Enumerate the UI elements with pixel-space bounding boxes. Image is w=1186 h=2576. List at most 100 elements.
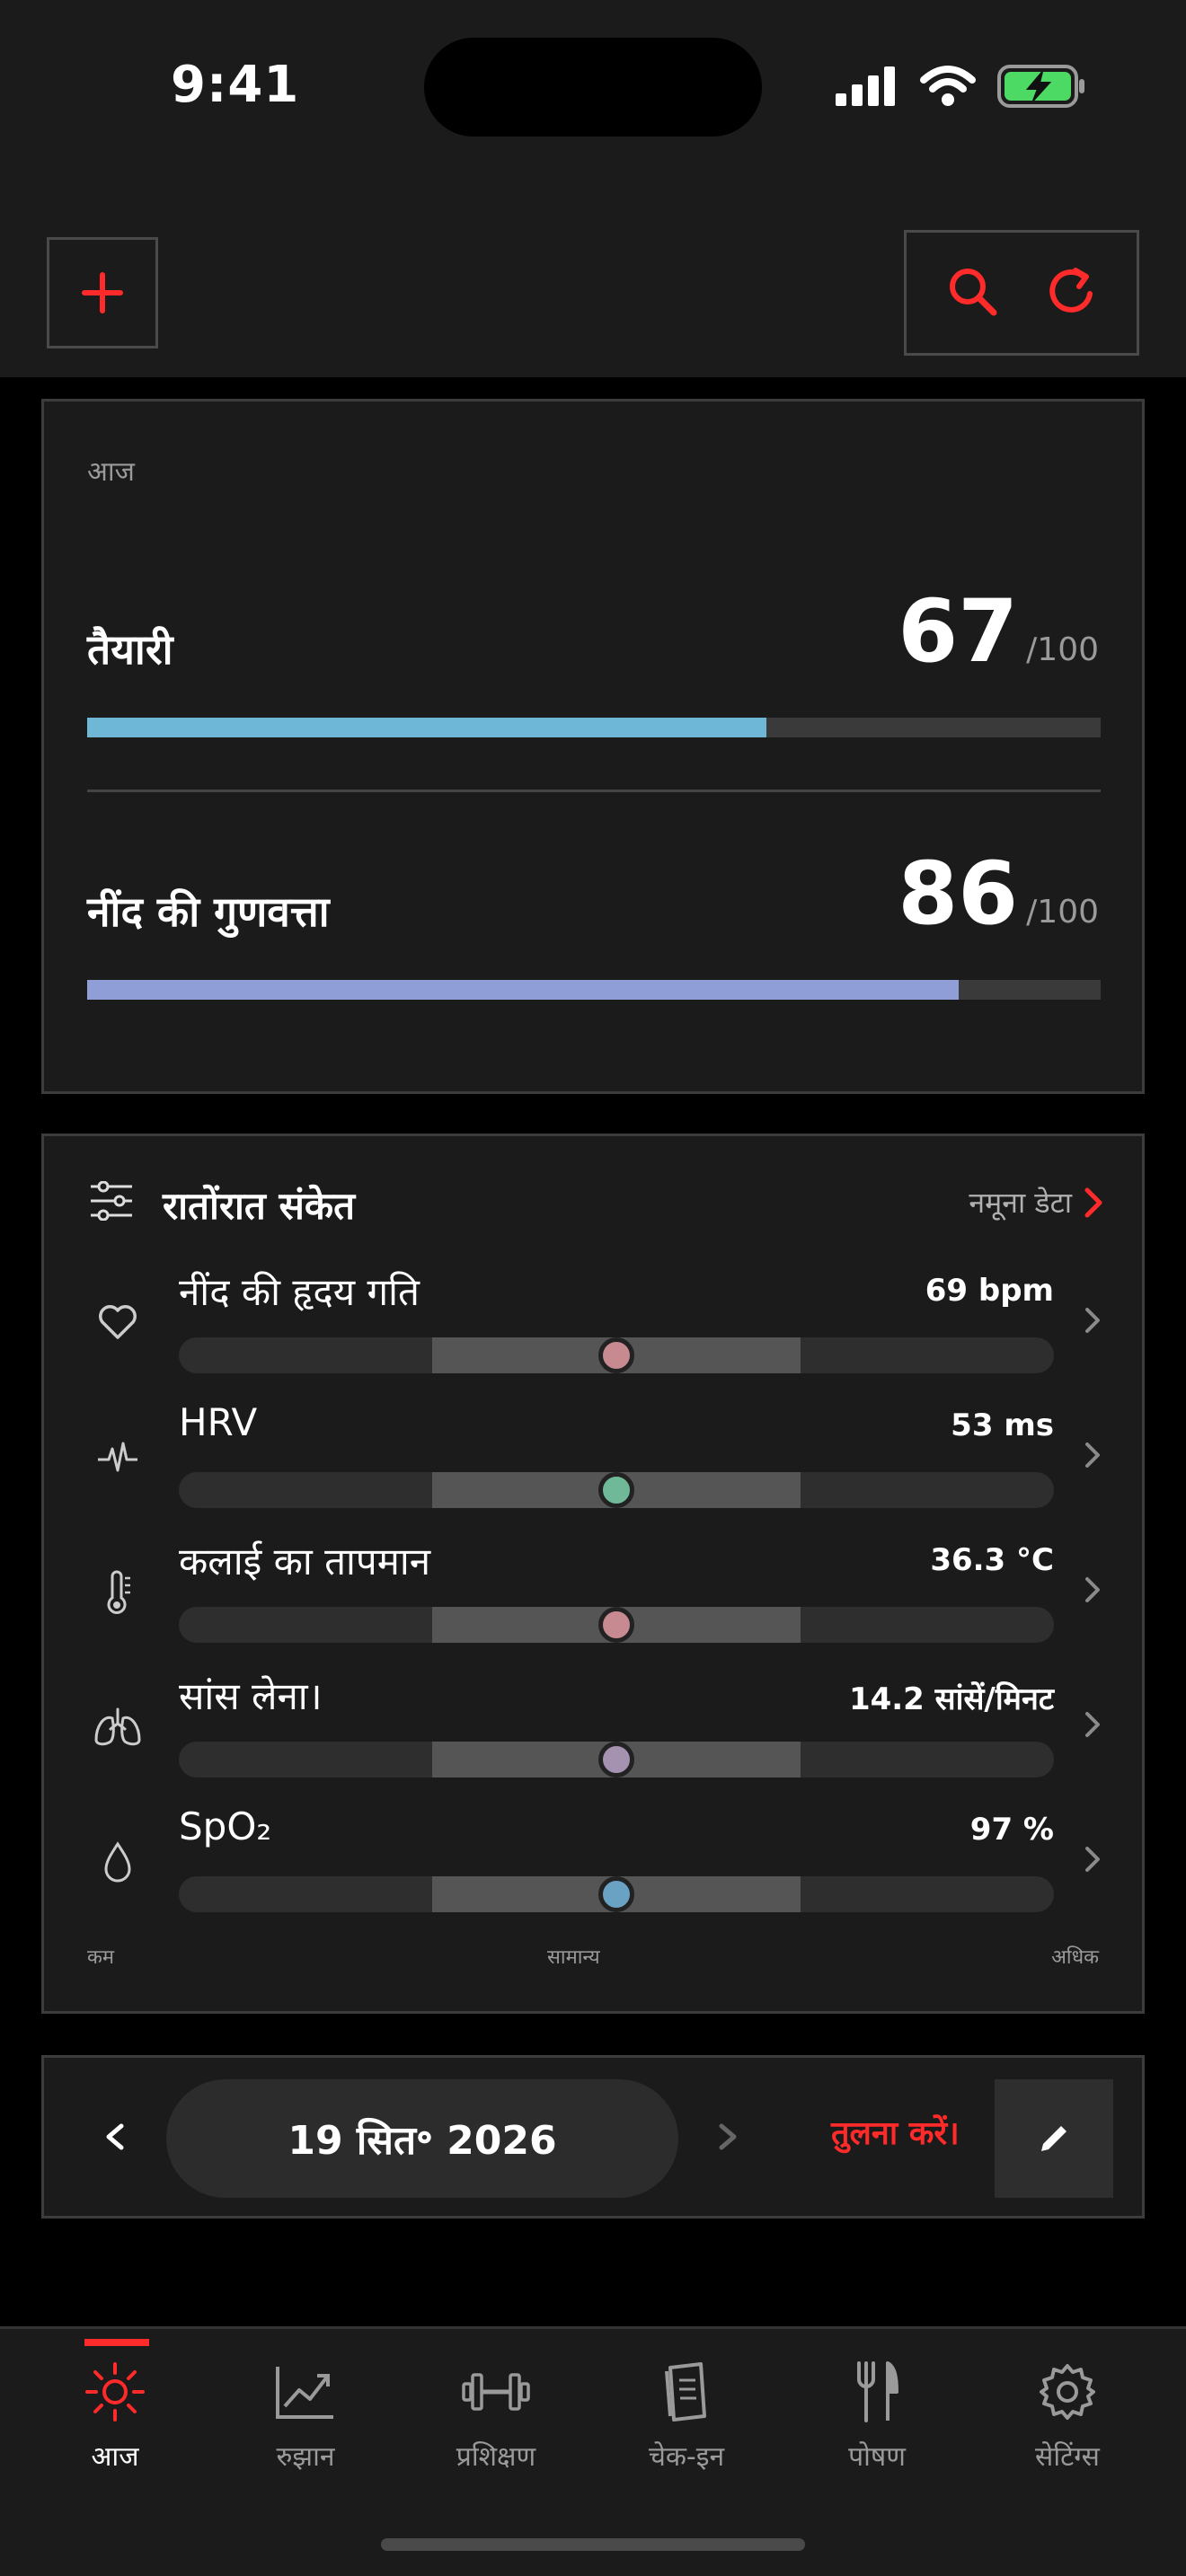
cellular-signal-icon <box>836 66 895 106</box>
chevron-right-icon <box>1085 1712 1100 1737</box>
signal-row-heart-rate[interactable]: नींद की हृदय गति 69 bpm <box>44 1266 1147 1400</box>
tab-check-in[interactable]: चेक-इन <box>591 2329 782 2509</box>
tab-trends[interactable]: रुझान <box>210 2329 401 2509</box>
search-icon <box>950 269 997 316</box>
fork-knife-icon <box>857 2361 898 2422</box>
pulse-icon <box>98 1442 137 1472</box>
signal-name: SpO₂ <box>179 1804 272 1848</box>
tab-today[interactable]: आज <box>20 2329 210 2509</box>
previous-day-button[interactable] <box>98 2108 130 2169</box>
signal-range-track <box>179 1742 1054 1778</box>
tab-nutrition[interactable]: पोषण <box>782 2329 972 2509</box>
sleep-quality-suffix: /100 <box>1026 894 1099 931</box>
signal-range-track <box>179 1876 1054 1912</box>
tab-label: सेटिंग्स <box>1035 2441 1100 2473</box>
date-navigator: 19 सित॰ 2026 तुलना करें। <box>41 2055 1145 2219</box>
signal-name: HRV <box>179 1400 258 1444</box>
chevron-right-icon <box>719 2123 737 2150</box>
signal-range-track <box>179 1607 1054 1643</box>
lungs-icon <box>94 1707 141 1746</box>
signal-marker <box>598 1876 634 1912</box>
chevron-left-icon <box>106 2123 124 2150</box>
pencil-icon <box>1041 2126 1067 2151</box>
edit-button[interactable] <box>995 2079 1113 2198</box>
tab-training[interactable]: प्रशिक्षण <box>401 2329 591 2509</box>
chevron-right-icon <box>1084 1187 1102 1217</box>
chevron-right-icon <box>1085 1577 1100 1602</box>
readiness-bar <box>87 718 1101 737</box>
status-icons <box>836 61 1087 111</box>
chevron-right-icon <box>1085 1442 1100 1468</box>
signal-marker <box>598 1742 634 1778</box>
scale-low-label: कम <box>87 1946 115 1969</box>
scale-normal-label: सामान्य <box>547 1946 600 1969</box>
trend-icon <box>276 2367 333 2419</box>
top-bar <box>0 180 1186 377</box>
heart-icon <box>99 1305 137 1339</box>
dynamic-island <box>424 38 762 137</box>
sliders-icon <box>91 1181 132 1221</box>
chevron-right-icon <box>1085 1308 1100 1333</box>
today-label: आज <box>87 456 135 488</box>
date-selector[interactable]: 19 सित॰ 2026 <box>166 2079 678 2198</box>
divider <box>87 790 1101 792</box>
signal-range-track <box>179 1337 1054 1373</box>
signal-value: 36.3 °C <box>930 1542 1054 1578</box>
tab-label: आज <box>91 2441 139 2473</box>
compare-button[interactable]: तुलना करें। <box>831 2110 960 2154</box>
active-tab-indicator <box>84 2339 149 2346</box>
signal-marker <box>598 1472 634 1508</box>
status-bar: 9:41 <box>0 0 1186 180</box>
signal-row-breathing[interactable]: सांस लेना। 14.2 सांसें/मिनट <box>44 1670 1147 1804</box>
sleep-quality-label: नींद की गुणवत्ता <box>87 887 330 936</box>
gear-icon <box>1040 2364 1095 2420</box>
readiness-label: तैयारी <box>87 625 173 674</box>
refresh-icon <box>1049 268 1093 313</box>
tab-label: प्रशिक्षण <box>456 2441 536 2473</box>
tab-settings[interactable]: सेटिंग्स <box>972 2329 1163 2509</box>
sleep-quality-bar-fill <box>87 980 960 1000</box>
today-card: आज तैयारी 67 /100 नींद की गुणवत्ता 86 /1… <box>41 399 1145 1094</box>
tab-label: चेक-इन <box>648 2441 725 2473</box>
add-button[interactable] <box>47 237 158 348</box>
plus-icon <box>82 272 123 313</box>
next-day-button[interactable] <box>712 2108 745 2169</box>
sample-data-link[interactable]: नमूना डेटा <box>969 1183 1102 1222</box>
signal-value: 14.2 सांसें/मिनट <box>848 1681 1054 1717</box>
signal-value: 69 bpm <box>925 1273 1054 1309</box>
signal-value: 53 ms <box>951 1407 1054 1443</box>
readiness-bar-fill <box>87 718 766 737</box>
signal-name: सांस लेना। <box>179 1674 323 1718</box>
sun-icon <box>85 2362 145 2422</box>
thermometer-icon <box>107 1570 130 1614</box>
tab-label: पोषण <box>848 2441 906 2473</box>
signal-row-spo2[interactable]: SpO₂ 97 % <box>44 1804 1147 1939</box>
search-button[interactable] <box>946 265 998 321</box>
readiness-value: 67 <box>898 581 1018 682</box>
readiness-suffix: /100 <box>1026 631 1099 668</box>
signal-row-hrv[interactable]: HRV 53 ms <box>44 1400 1147 1535</box>
dumbbell-icon <box>462 2373 530 2411</box>
status-time: 9:41 <box>171 56 300 114</box>
signal-value: 97 % <box>969 1812 1054 1848</box>
sleep-quality-value: 86 <box>898 843 1018 944</box>
signal-name: कलाई का तापमान <box>179 1539 431 1584</box>
signal-name: नींद की हृदय गति <box>179 1270 420 1314</box>
signal-range-track <box>179 1472 1054 1508</box>
overnight-signals-card: रातोंरात संकेत नमूना डेटा नींद की हृदय ग… <box>41 1134 1145 2014</box>
signal-marker <box>598 1337 634 1373</box>
scale-high-label: अधिक <box>1051 1946 1099 1969</box>
journal-icon <box>665 2362 706 2422</box>
signal-row-wrist-temperature[interactable]: कलाई का तापमान 36.3 °C <box>44 1535 1147 1670</box>
signal-marker <box>598 1607 634 1643</box>
home-indicator[interactable] <box>381 2538 805 2551</box>
sample-data-label: नमूना डेटा <box>969 1186 1072 1220</box>
chevron-right-icon <box>1085 1847 1100 1872</box>
sleep-quality-bar <box>87 980 1101 1000</box>
battery-charging-icon <box>997 65 1084 108</box>
signals-title: रातोंरात संकेत <box>163 1184 356 1228</box>
refresh-button[interactable] <box>1045 265 1097 321</box>
drop-icon <box>104 1841 131 1883</box>
wifi-icon <box>920 66 976 106</box>
tab-label: रुझान <box>276 2441 335 2473</box>
